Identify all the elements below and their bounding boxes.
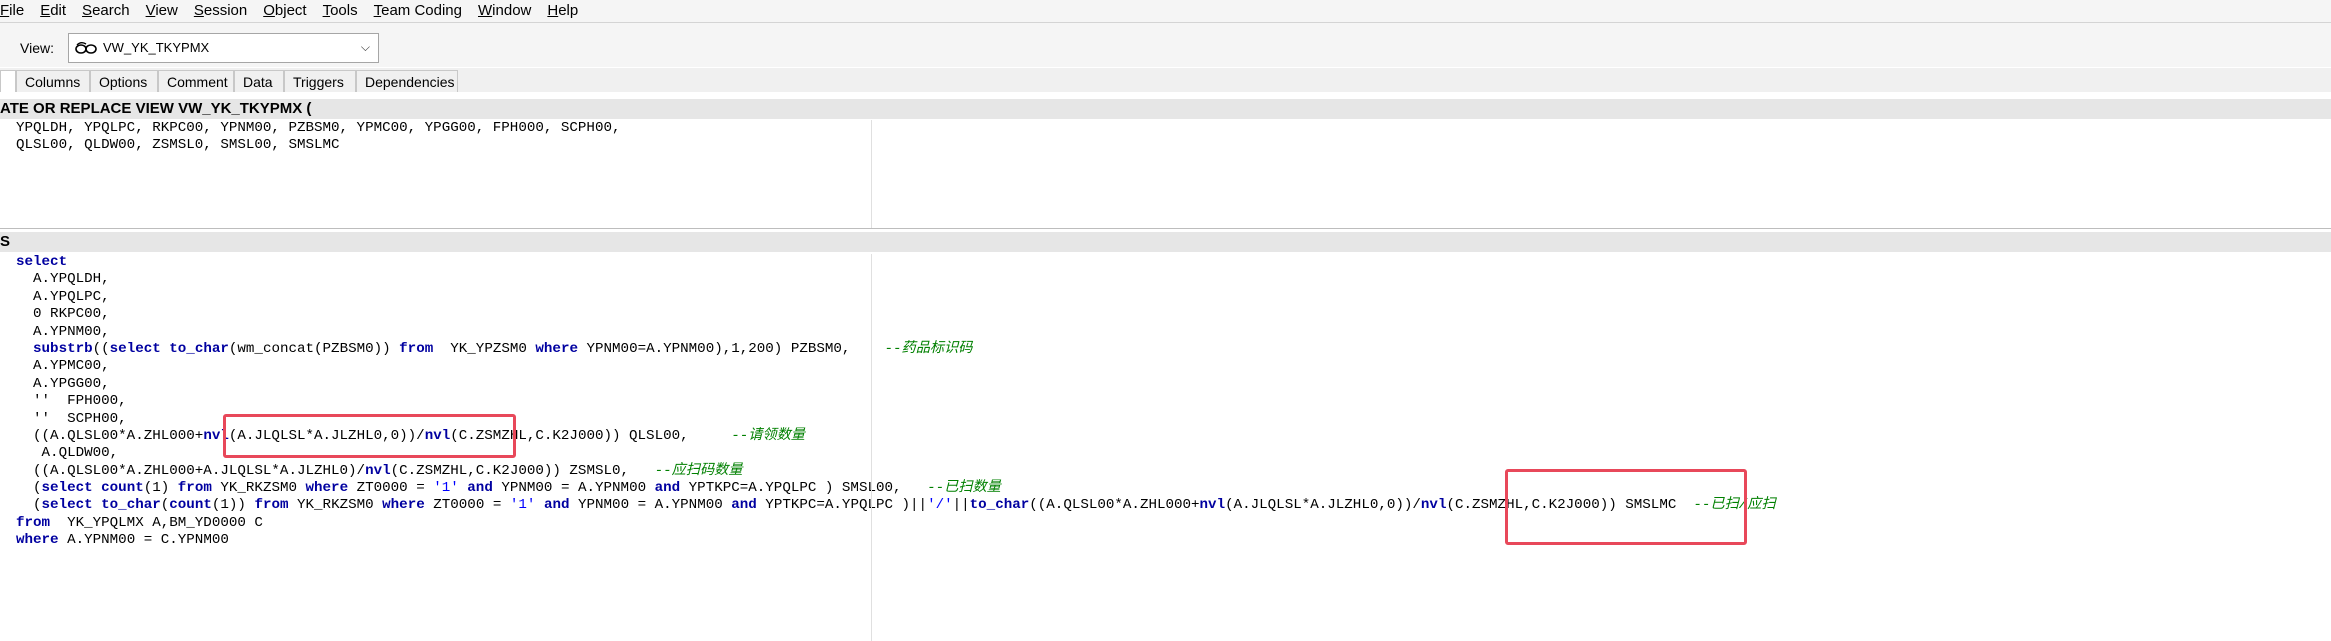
code-line: A.YPQLDH, — [16, 271, 110, 288]
menu-team-coding[interactable]: Team Coding — [374, 0, 466, 22]
menu-file[interactable]: File — [0, 0, 28, 22]
tab-dependencies[interactable]: Dependencies — [356, 70, 458, 92]
chevron-down-icon[interactable]: ⌵ — [361, 40, 370, 55]
tab-bar: Columns Options Comment Data Triggers De… — [0, 68, 2331, 92]
menu-bar: File Edit Search View Session Object Too… — [0, 0, 2331, 22]
pane-divider — [0, 228, 2331, 229]
code-line: (select count(1) from YK_RKZSM0 where ZT… — [16, 480, 1001, 497]
code-line: select — [16, 254, 68, 270]
menu-tools[interactable]: Tools — [323, 0, 362, 22]
right-margin-guide — [871, 254, 872, 641]
view-select[interactable]: VW_YK_TKYPMX ⌵ — [68, 33, 379, 63]
header-pane-title: ATE OR REPLACE VIEW VW_YK_TKYPMX ( — [0, 99, 2331, 119]
highlight-box — [1505, 469, 1747, 545]
tab-comment[interactable]: Comment — [158, 70, 234, 92]
menu-session[interactable]: Session — [194, 0, 251, 22]
tab-options[interactable]: Options — [90, 70, 158, 92]
code-line: (select to_char(count(1)) from YK_RKZSM0… — [16, 497, 1776, 514]
code-line: A.YPMC00, — [16, 358, 110, 375]
menu-help[interactable]: Help — [547, 0, 582, 22]
code-line: substrb((select to_char(wm_concat(PZBSM0… — [33, 340, 973, 357]
highlight-box — [223, 414, 516, 458]
code-line: '' FPH000, — [16, 393, 127, 410]
menu-search[interactable]: Search — [82, 0, 134, 22]
code-line: A.YPNM00, — [16, 323, 110, 340]
code-line: where A.YPNM00 = C.YPNM00 — [16, 532, 229, 549]
code-line: 0 RKPC00, — [16, 306, 110, 323]
code-line: ((A.QLSL00*A.ZHL000+A.JLQLSL*A.JLZHL0)/n… — [16, 462, 743, 479]
tab-columns[interactable]: Columns — [16, 70, 90, 92]
code-line: A.YPQLPC, — [16, 288, 110, 305]
code-line: A.YPGG00, — [16, 375, 110, 392]
view-label: View: — [20, 40, 54, 56]
header-line-2: QLSL00, QLDW00, ZSMSL0, SMSL00, SMSLMC — [16, 137, 340, 154]
tab-source[interactable] — [0, 70, 16, 92]
glasses-icon — [75, 42, 97, 54]
right-margin-guide — [871, 120, 872, 228]
menu-window[interactable]: Window — [478, 0, 535, 22]
header-editor[interactable]: YPQLDH, YPQLPC, RKPC00, YPNM00, PZBSM0, … — [0, 120, 2331, 228]
view-select-value: VW_YK_TKYPMX — [103, 40, 210, 55]
menu-object[interactable]: Object — [263, 0, 310, 22]
body-pane-title: S — [0, 232, 2331, 252]
code-line: from YK_YPQLMX A,BM_YD0000 C — [16, 514, 263, 531]
header-line-1: YPQLDH, YPQLPC, RKPC00, YPNM00, PZBSM0, … — [16, 120, 621, 136]
tab-triggers[interactable]: Triggers — [284, 70, 356, 92]
tab-data[interactable]: Data — [234, 70, 284, 92]
menu-edit[interactable]: Edit — [40, 0, 70, 22]
menu-view[interactable]: View — [146, 0, 182, 22]
